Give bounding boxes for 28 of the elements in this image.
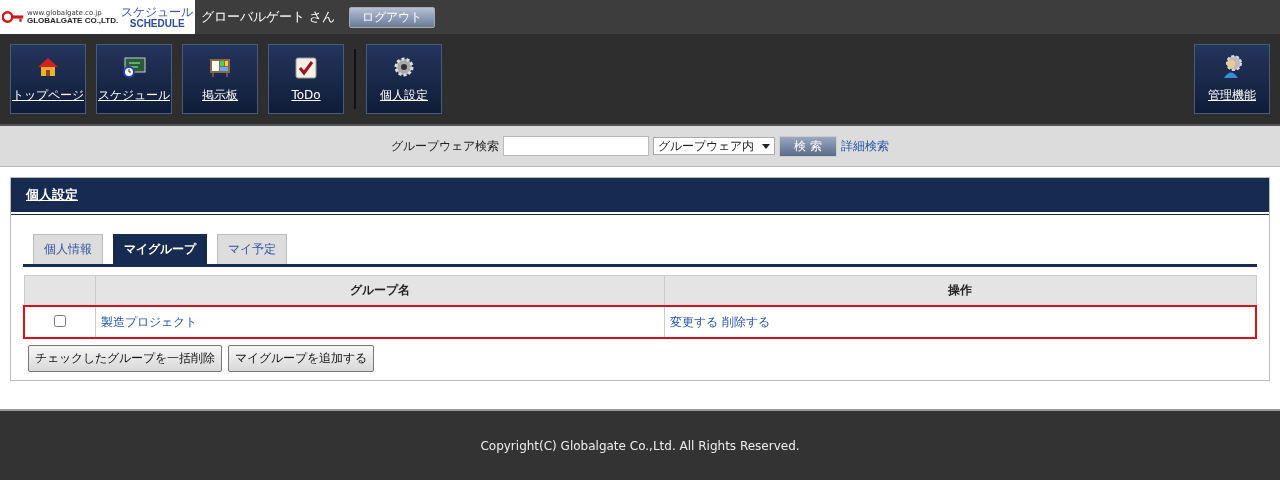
action-button[interactable]: マイグループを追加する	[228, 345, 374, 372]
search-scope-dropdown[interactable]: グループウェア内	[653, 137, 776, 155]
search-button[interactable]: 検 索	[779, 135, 837, 157]
tab[interactable]: マイグループ	[113, 234, 207, 264]
caret-icon	[762, 143, 771, 149]
group-name-link[interactable]: 製造プロジェクト	[101, 314, 197, 329]
toolbar-button[interactable]: 管理機能	[1194, 44, 1270, 114]
toolbar-button[interactable]: トップページ	[10, 44, 86, 114]
action-link[interactable]: 変更する	[669, 314, 718, 329]
checkmark-icon	[294, 56, 318, 80]
column-header: 操作	[664, 275, 1256, 306]
search-field[interactable]	[503, 136, 650, 156]
user-name: グローバルゲート さん	[201, 8, 336, 26]
toolbar-button[interactable]: 掲示板	[182, 44, 258, 114]
row-checkbox[interactable]	[54, 314, 66, 327]
column-header: グループ名	[95, 275, 665, 306]
toolbar-button[interactable]: 個人設定	[366, 44, 442, 114]
toolbar-button[interactable]: ToDo	[268, 44, 344, 114]
tab[interactable]: マイ予定	[217, 234, 287, 264]
toolbar-button[interactable]: スケジュール	[96, 44, 172, 114]
schedule-board-icon	[122, 54, 146, 79]
action-link[interactable]: 削除する	[721, 314, 770, 329]
copyright-text: Copyright(C) Globalgate Co.,Ltd. All Rights Reserved.	[480, 438, 800, 453]
advanced-search-link[interactable]: 詳細検索	[840, 137, 889, 155]
panel-title[interactable]: 個人設定	[26, 186, 78, 204]
search-label: グループウェア検索	[391, 137, 500, 155]
tab[interactable]: 個人情報	[33, 234, 103, 264]
action-button[interactable]: チェックしたグループを一括削除	[28, 345, 222, 372]
